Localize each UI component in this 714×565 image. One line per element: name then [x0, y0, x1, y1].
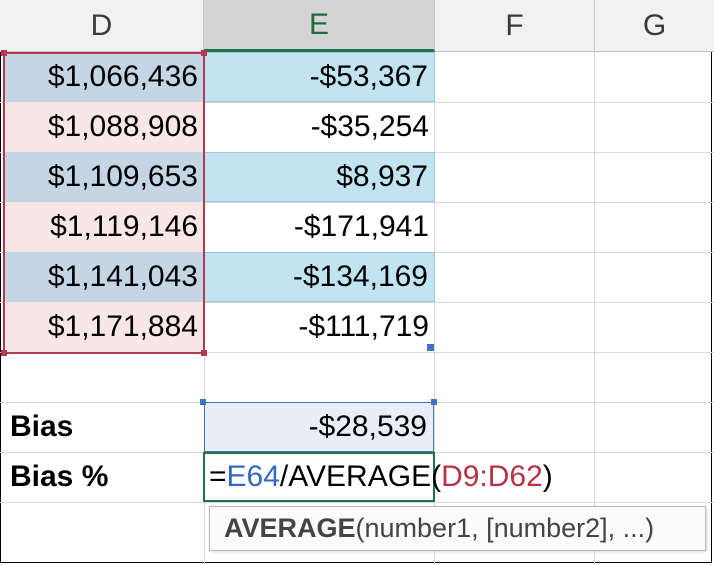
cell-e-row3[interactable]: $8,937 [204, 152, 435, 202]
cell-e-row5[interactable]: -$134,169 [204, 252, 435, 302]
fill-handle[interactable] [427, 344, 434, 351]
formula-ref-e64: E64 [226, 460, 280, 493]
cell-d-row4[interactable]: $1,119,146 [4, 202, 204, 252]
bias-pct-label[interactable]: Bias % [10, 452, 108, 502]
cell-e-row4[interactable]: -$171,941 [204, 202, 435, 252]
bias-label[interactable]: Bias [10, 402, 73, 452]
range-handle[interactable] [431, 399, 437, 405]
cell-d-row1[interactable]: $1,066,436 [4, 52, 204, 102]
function-tooltip[interactable]: AVERAGE (number1, [number2], ...) [209, 506, 706, 551]
tooltip-arguments: (number1, [number2], ...) [355, 513, 655, 543]
cell-e-row2[interactable]: -$35,254 [204, 102, 435, 152]
range-handle[interactable] [1, 350, 7, 356]
formula-ref-d-range: D9:D62 [441, 460, 543, 493]
cell-d-row5[interactable]: $1,141,043 [4, 252, 204, 302]
cell-e-row1[interactable]: -$53,367 [204, 52, 435, 102]
bias-value-cell[interactable]: -$28,539 [204, 402, 434, 452]
formula-function: /AVERAGE( [279, 460, 442, 493]
cell-d-row3[interactable]: $1,109,653 [4, 152, 204, 202]
grid-line [0, 352, 714, 353]
column-header-d[interactable]: D [0, 0, 204, 52]
formula-close-paren: ) [542, 460, 553, 493]
formula-text[interactable]: = E64/AVERAGE(D9:D62) [209, 452, 553, 502]
cell-d-row2[interactable]: $1,088,908 [4, 102, 204, 152]
range-handle[interactable] [201, 350, 207, 356]
formula-equals: = [209, 460, 227, 493]
cell-e-row6[interactable]: -$111,719 [204, 302, 435, 352]
grid-line [594, 52, 595, 565]
range-handle[interactable] [201, 50, 207, 56]
tooltip-function-name[interactable]: AVERAGE [224, 513, 356, 544]
column-header-e[interactable]: E [204, 0, 435, 52]
range-handle[interactable] [1, 50, 7, 56]
cell-d-row6[interactable]: $1,171,884 [4, 302, 204, 352]
column-header-g[interactable]: G [595, 0, 714, 52]
grid-line [0, 502, 714, 503]
range-handle[interactable] [200, 399, 206, 405]
column-header-f[interactable]: F [435, 0, 595, 52]
